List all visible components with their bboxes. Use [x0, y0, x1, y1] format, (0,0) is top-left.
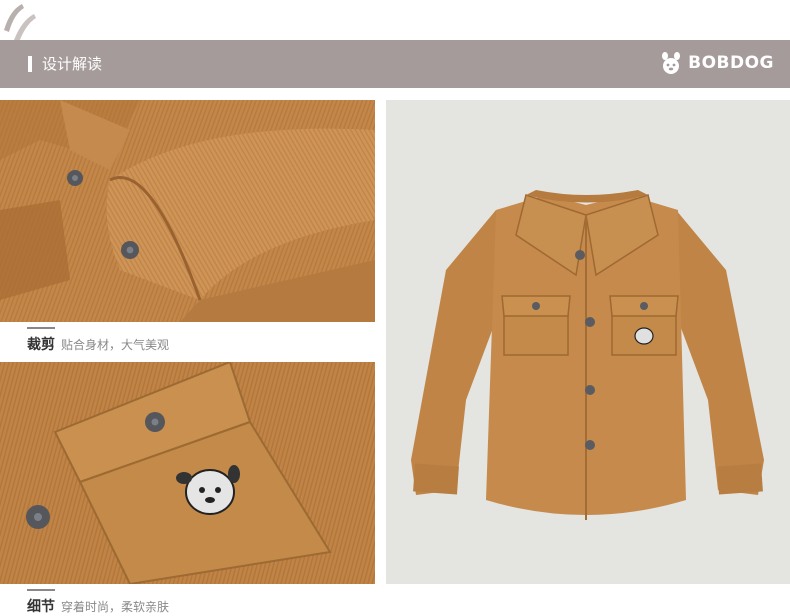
caption-description: 贴合身材，大气美观 [61, 338, 170, 352]
brand-name: BOBDOG [688, 53, 774, 73]
section-title: 设计解读 [42, 55, 103, 73]
collar-sleeve-closeup-photo [0, 100, 375, 322]
pocket-detail-closeup-photo [0, 362, 375, 584]
brand-logo: BOBDOG [660, 51, 774, 75]
corner-decoration [4, 4, 36, 42]
section-header-bar: 设计解读 BOBDOG [0, 40, 790, 88]
caption-divider [27, 327, 55, 329]
full-shirt-product-photo [386, 100, 790, 584]
caption-divider [27, 589, 55, 591]
caption-title: 裁剪 [27, 337, 55, 353]
caption-detail: 细节 穿着时尚，柔软亲肤 [27, 589, 170, 616]
caption-title: 细节 [27, 599, 55, 615]
caption-cut: 裁剪 贴合身材，大气美观 [27, 327, 170, 354]
header-accent-mark [28, 56, 32, 72]
bobdog-logo-icon [662, 52, 681, 74]
caption-description: 穿着时尚，柔软亲肤 [61, 600, 170, 614]
